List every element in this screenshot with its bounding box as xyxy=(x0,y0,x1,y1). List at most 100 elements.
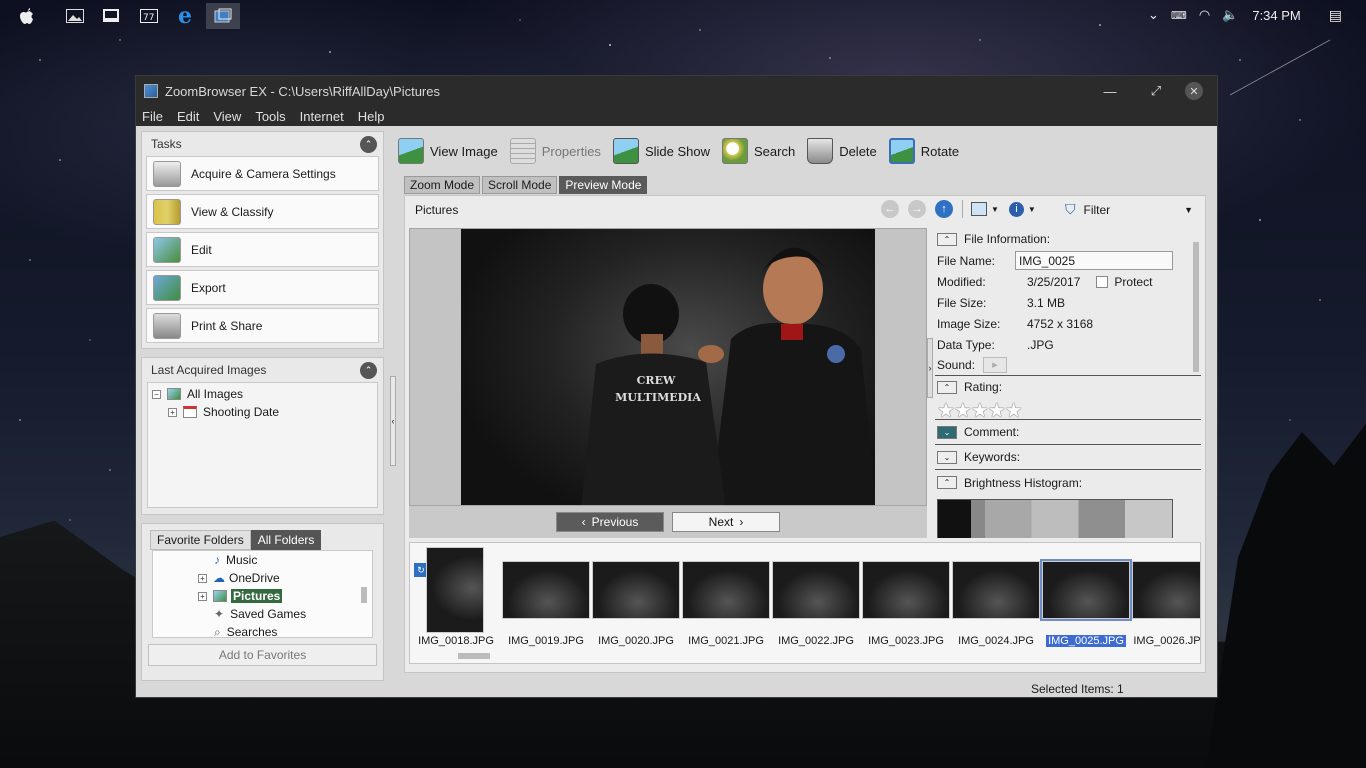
last-acquired-header: Last Acquired Images xyxy=(151,363,267,377)
edit-button[interactable]: Edit xyxy=(146,232,379,267)
thumbnail-image xyxy=(772,561,860,619)
thumbnail-item[interactable]: IMG_0020.JPG xyxy=(592,547,680,647)
thumbnail-item[interactable]: IMG_0022.JPG xyxy=(772,547,860,647)
play-sound-button[interactable]: ▶ xyxy=(983,357,1007,373)
chevron-down-icon[interactable]: ▼ xyxy=(991,205,999,214)
expand-node-icon[interactable]: + xyxy=(198,573,207,583)
properties-button[interactable]: Properties xyxy=(509,138,601,164)
menu-file[interactable]: File xyxy=(142,109,163,124)
thumbnail-scrollbar[interactable] xyxy=(410,649,1200,663)
notification-icon[interactable]: ▤ xyxy=(1329,7,1342,24)
rating-label: Rating: xyxy=(964,380,1003,394)
thumbnail-item[interactable]: IMG_0018.JPG xyxy=(412,547,500,647)
title-bar: ZoomBrowser EX - C:\Users\RiffAllDay\Pic… xyxy=(136,76,1217,106)
brightness-histogram xyxy=(937,499,1173,538)
preview-photo: CREW MULTIMEDIA xyxy=(461,229,875,505)
tab-preview-mode[interactable]: Preview Mode xyxy=(559,176,648,194)
menu-help[interactable]: Help xyxy=(358,109,385,124)
folder-item-pictures[interactable]: + Pictures xyxy=(198,587,372,605)
info-panel-toggle[interactable]: › xyxy=(927,338,933,398)
expand-comment-icon[interactable]: ⌄ xyxy=(937,425,957,439)
back-icon[interactable]: ← xyxy=(881,200,899,218)
rating-stars[interactable]: ★★★★★ xyxy=(935,398,1201,422)
expand-node-icon[interactable]: + xyxy=(168,407,177,417)
apple-icon[interactable] xyxy=(12,3,42,29)
menu-internet[interactable]: Internet xyxy=(300,109,344,124)
delete-button[interactable]: Delete xyxy=(807,138,877,164)
thumbnail-item[interactable]: IMG_0021.JPG xyxy=(682,547,770,647)
calendar-icon xyxy=(183,406,197,418)
file-name-field[interactable]: IMG_0025 xyxy=(1015,251,1173,270)
wifi-icon[interactable]: ◠ xyxy=(1199,7,1210,23)
add-to-favorites-button[interactable]: Add to Favorites xyxy=(148,644,377,666)
collapse-file-info-icon[interactable]: ⌃ xyxy=(937,232,957,246)
expand-node-icon[interactable]: + xyxy=(198,591,207,601)
view-classify-button[interactable]: View & Classify xyxy=(146,194,379,229)
calculator-icon[interactable]: 77 xyxy=(134,3,164,29)
close-button[interactable]: ✕ xyxy=(1179,76,1209,106)
comment-label: Comment: xyxy=(964,425,1020,439)
thumbnail-item-selected[interactable]: IMG_0025.JPG xyxy=(1040,547,1132,647)
tree-item-all-images[interactable]: − All Images xyxy=(152,385,373,403)
up-folder-icon[interactable]: ↑ xyxy=(935,200,953,218)
slide-show-button[interactable]: Slide Show xyxy=(612,138,710,164)
chevron-down-icon[interactable]: ▼ xyxy=(1028,205,1036,214)
thumbnail-item[interactable]: IMG_0024.JPG xyxy=(952,547,1040,647)
zoombrowser-icon[interactable] xyxy=(206,3,240,29)
thumbnail-item[interactable]: IMG_0023.JPG xyxy=(862,547,950,647)
menu-view[interactable]: View xyxy=(213,109,241,124)
thumbnail-item[interactable]: IMG_0019.JPG xyxy=(502,547,590,647)
photos-icon[interactable] xyxy=(60,3,90,29)
tab-scroll-mode[interactable]: Scroll Mode xyxy=(482,176,558,194)
folder-item-onedrive[interactable]: + ☁ OneDrive xyxy=(198,569,372,587)
rotate-button[interactable]: Rotate xyxy=(888,138,959,164)
tab-zoom-mode[interactable]: Zoom Mode xyxy=(404,176,481,194)
protect-checkbox[interactable] xyxy=(1096,275,1109,288)
keyboard-icon[interactable]: ⌨ xyxy=(1171,9,1187,22)
minimize-icon[interactable]: — xyxy=(1087,76,1133,106)
collapse-rating-icon[interactable]: ⌃ xyxy=(937,380,957,394)
computer-icon[interactable] xyxy=(96,3,126,29)
acquire-camera-settings-button[interactable]: Acquire & Camera Settings xyxy=(146,156,379,191)
tab-favorite-folders[interactable]: Favorite Folders xyxy=(150,530,251,550)
menu-tools[interactable]: Tools xyxy=(255,109,285,124)
taskbar: 77 e ⌄ ⌨ ◠ 🔈 7:34 PM ▤ xyxy=(0,0,1366,30)
previous-button[interactable]: ‹ Previous xyxy=(556,512,664,532)
search-button[interactable]: Search xyxy=(721,138,795,164)
next-button[interactable]: Next › xyxy=(672,512,780,532)
folder-item-music[interactable]: ♪ Music xyxy=(198,551,372,569)
tree-item-shooting-date[interactable]: + Shooting Date xyxy=(152,403,373,421)
volume-icon[interactable]: 🔈 xyxy=(1222,7,1238,23)
chevron-right-icon: › xyxy=(739,515,744,529)
main-area: View Image Properties Slide Show Search … xyxy=(390,131,1213,677)
folder-scrollbar[interactable] xyxy=(358,551,370,637)
chevron-up-icon[interactable]: ⌄ xyxy=(1148,7,1159,23)
forward-icon[interactable]: → xyxy=(908,200,926,218)
menu-edit[interactable]: Edit xyxy=(177,109,199,124)
tab-all-folders[interactable]: All Folders xyxy=(250,530,322,550)
folder-tree: ♪ Music + ☁ OneDrive + Pictures ✦ Saved … xyxy=(152,550,373,638)
info-scrollbar[interactable] xyxy=(1191,228,1201,538)
folder-item-saved-games[interactable]: ✦ Saved Games xyxy=(198,605,372,623)
print-share-button[interactable]: Print & Share xyxy=(146,308,379,343)
folder-item-searches[interactable]: ⌕ Searches xyxy=(198,623,372,638)
collapse-histogram-icon[interactable]: ⌃ xyxy=(937,476,957,489)
restore-icon[interactable]: ⤢ xyxy=(1133,76,1179,106)
collapse-node-icon[interactable]: − xyxy=(152,389,161,399)
display-options-icon[interactable] xyxy=(971,202,987,216)
collapse-last-acquired-icon[interactable]: ⌃ xyxy=(360,362,377,379)
collapse-tasks-icon[interactable]: ⌃ xyxy=(360,136,377,153)
clock-time[interactable]: 7:34 PM xyxy=(1252,8,1300,23)
window-title: ZoomBrowser EX - C:\Users\RiffAllDay\Pic… xyxy=(165,83,440,99)
edge-icon[interactable]: e xyxy=(170,3,200,29)
info-icon[interactable]: i xyxy=(1008,201,1024,217)
thumbnail-item[interactable]: IMG_0026.JP xyxy=(1132,547,1200,647)
expand-keywords-icon[interactable]: ⌄ xyxy=(937,450,957,464)
books-icon xyxy=(153,198,181,225)
image-preview[interactable]: CREW MULTIMEDIA xyxy=(409,228,927,506)
filter-dropdown[interactable]: ⛉ Filter ▼ xyxy=(1065,201,1193,218)
export-button[interactable]: Export xyxy=(146,270,379,305)
person-back-figure: CREW MULTIMEDIA xyxy=(581,284,726,505)
image-folder-icon xyxy=(167,388,181,400)
view-image-button[interactable]: View Image xyxy=(398,138,498,164)
